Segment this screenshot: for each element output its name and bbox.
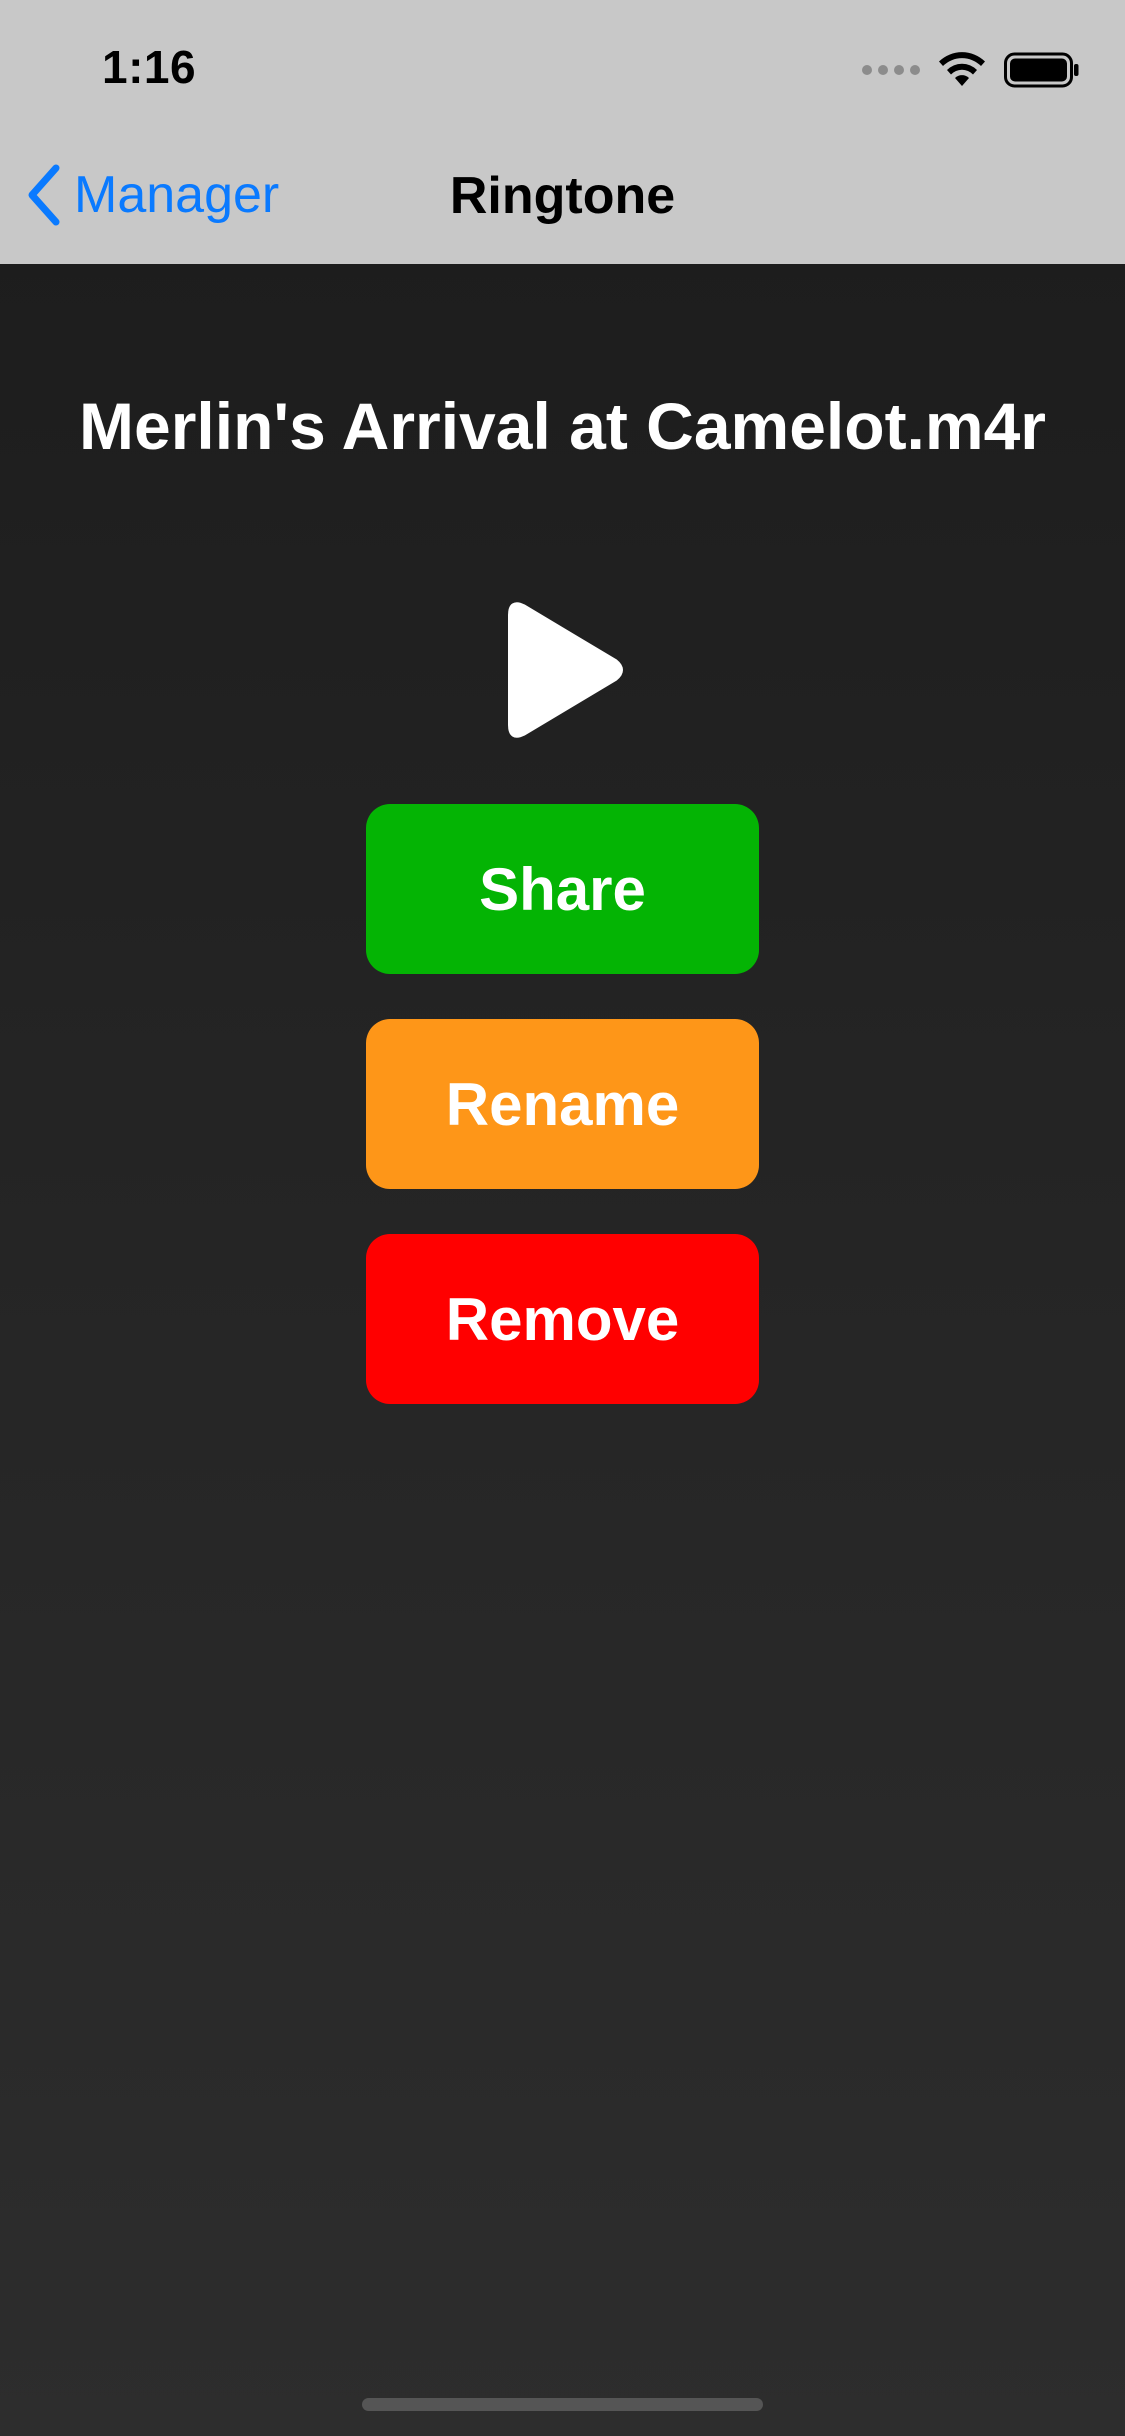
status-icons (862, 50, 1080, 90)
play-button[interactable] (501, 595, 627, 745)
navigation-bar: 1:16 Manager Ringtone (0, 0, 1125, 264)
share-button[interactable]: Share (366, 804, 759, 974)
page-title: Ringtone (449, 167, 676, 225)
home-indicator[interactable] (362, 2398, 763, 2411)
rename-button[interactable]: Rename (366, 1019, 759, 1189)
ringtone-filename: Merlin's Arrival at Camelot.m4r (79, 389, 1046, 463)
cellular-signal-icon (862, 65, 920, 75)
wifi-icon (939, 52, 985, 86)
play-icon (508, 602, 623, 738)
status-time: 1:16 (102, 41, 197, 93)
remove-button[interactable]: Remove (366, 1234, 759, 1404)
ringtone-screen: 1:16 Manager Ringtone Merlin's Arrival a… (0, 0, 1125, 2436)
battery-icon (1004, 52, 1079, 88)
